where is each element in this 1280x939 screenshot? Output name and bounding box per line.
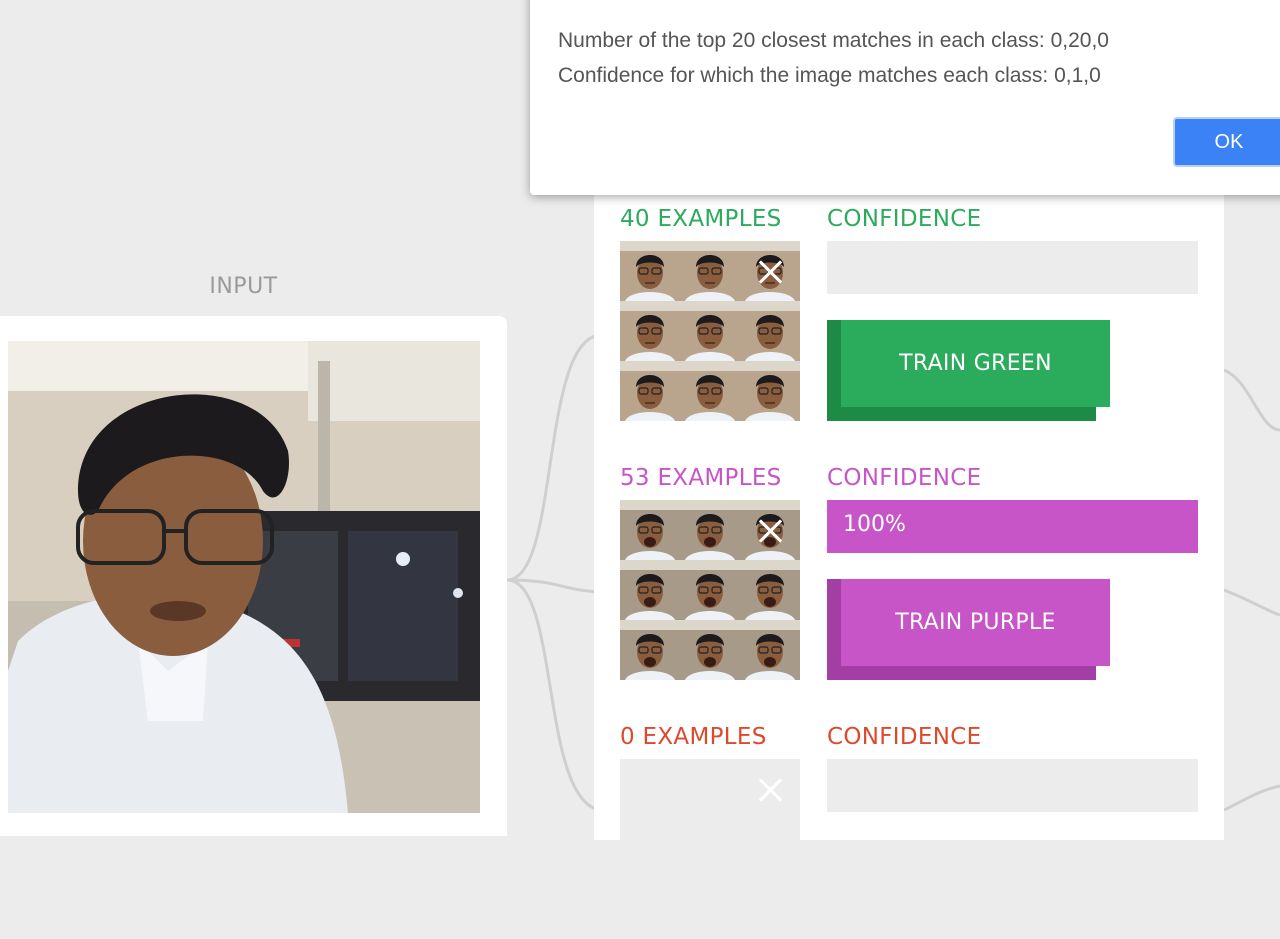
example-thumbnails — [620, 500, 800, 680]
example-thumbnail — [680, 560, 740, 620]
confidence-label: CONFIDENCE — [827, 206, 982, 232]
train-button-label: TRAIN PURPLE — [841, 579, 1110, 666]
dialog-message-line-2: Confidence for which the image matches e… — [558, 64, 1101, 87]
examples-count: 53 EXAMPLES — [620, 465, 782, 491]
example-thumbnail — [740, 560, 800, 620]
example-thumbnail — [620, 500, 680, 560]
confidence-bar — [827, 759, 1198, 812]
example-thumbnail — [620, 560, 680, 620]
example-thumbnail — [740, 361, 800, 421]
example-thumbnail — [620, 241, 680, 301]
confidence-bar: 100% — [827, 500, 1198, 553]
example-thumbnail — [620, 620, 680, 680]
example-thumbnail — [680, 500, 740, 560]
button-corner — [1096, 666, 1110, 680]
confidence-bar — [827, 241, 1198, 294]
button-bottom — [827, 407, 1096, 421]
close-icon[interactable] — [754, 773, 788, 807]
webcam-feed — [8, 341, 480, 813]
example-thumbnails — [620, 759, 800, 939]
example-thumbnail — [680, 361, 740, 421]
example-thumbnail — [680, 301, 740, 361]
button-corner — [1096, 407, 1110, 421]
train-green-button[interactable]: TRAIN GREEN — [827, 320, 1110, 421]
confidence-value: 100% — [843, 512, 906, 537]
button-bottom — [827, 666, 1096, 680]
button-side — [827, 320, 841, 421]
example-thumbnail — [740, 620, 800, 680]
example-thumbnail — [740, 301, 800, 361]
confidence-label: CONFIDENCE — [827, 724, 982, 750]
confidence-label: CONFIDENCE — [827, 465, 982, 491]
train-purple-button[interactable]: TRAIN PURPLE — [827, 579, 1110, 680]
close-icon[interactable] — [754, 514, 788, 548]
example-thumbnail — [620, 361, 680, 421]
ok-button[interactable]: OK — [1173, 117, 1280, 167]
example-thumbnail — [620, 301, 680, 361]
train-button-label: TRAIN GREEN — [841, 320, 1110, 407]
dialog-message-line-1: Number of the top 20 closest matches in … — [558, 29, 1109, 52]
example-thumbnails — [620, 241, 800, 421]
alert-dialog: Number of the top 20 closest matches in … — [530, 0, 1280, 195]
examples-count: 0 EXAMPLES — [620, 724, 767, 750]
button-side — [827, 579, 841, 680]
examples-count: 40 EXAMPLES — [620, 206, 782, 232]
example-thumbnail — [680, 620, 740, 680]
input-label: INPUT — [209, 274, 278, 299]
close-icon[interactable] — [754, 255, 788, 289]
example-thumbnail — [680, 241, 740, 301]
